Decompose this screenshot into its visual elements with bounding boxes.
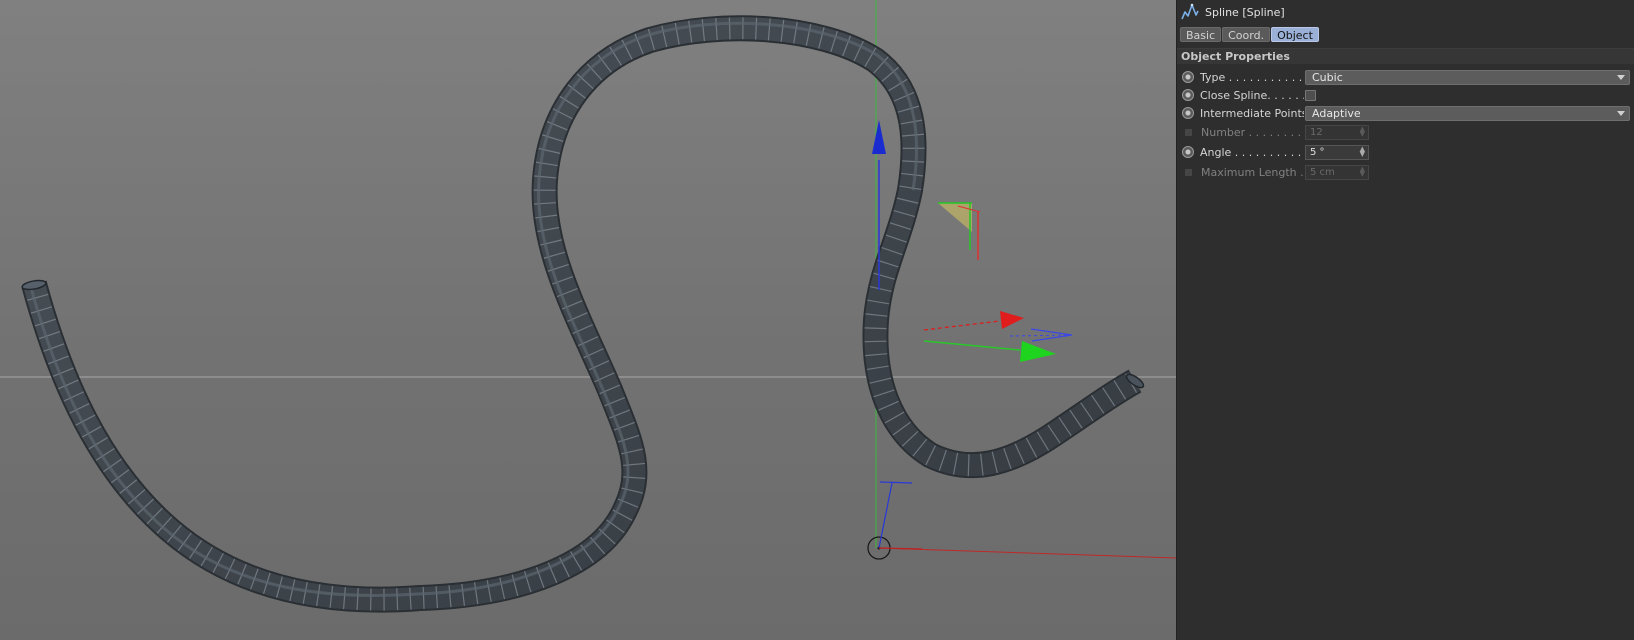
- gizmo-plane-handle[interactable]: [938, 202, 981, 260]
- close-spline-label: Close Spline. . . . . .: [1200, 88, 1304, 102]
- number-field: 12 ▲ ▼: [1305, 124, 1369, 140]
- animate-dot-icon[interactable]: [1182, 107, 1194, 119]
- chevron-down-icon: [1617, 74, 1625, 80]
- intermediate-points-label: Intermediate Points: [1200, 106, 1304, 120]
- number-label: Number . . . . . . . . .: [1201, 125, 1305, 139]
- type-value: Cubic: [1312, 70, 1343, 84]
- animate-dot-icon: [1185, 128, 1192, 136]
- animate-dot-icon[interactable]: [1182, 89, 1194, 101]
- gizmo-y-arrow[interactable]: [923, 340, 1056, 362]
- angle-label: Angle . . . . . . . . . . .: [1200, 145, 1304, 159]
- tab-basic[interactable]: Basic: [1180, 27, 1222, 42]
- animate-dot-icon: [1185, 168, 1192, 176]
- chevron-down-icon: [1617, 110, 1625, 116]
- gizmo-x-arrow[interactable]: [923, 311, 1024, 331]
- property-close-spline: Close Spline. . . . . .: [1177, 86, 1634, 104]
- property-type: Type . . . . . . . . . . . . Cubic: [1177, 68, 1634, 86]
- type-dropdown[interactable]: Cubic: [1305, 69, 1630, 85]
- animate-dot-icon[interactable]: [1182, 146, 1194, 158]
- maximum-length-value: 5 cm: [1310, 166, 1335, 178]
- animate-dot-icon[interactable]: [1182, 71, 1194, 83]
- spinner-arrows-icon: ▲ ▼: [1359, 164, 1365, 178]
- spline-icon: [1181, 3, 1199, 21]
- property-maximum-length: Maximum Length . 5 cm ▲ ▼: [1177, 163, 1634, 181]
- maximum-length-label: Maximum Length .: [1201, 165, 1304, 179]
- angle-field[interactable]: 5 ° ▲ ▼: [1305, 144, 1369, 160]
- close-spline-checkbox[interactable]: [1305, 89, 1316, 101]
- property-number: Number . . . . . . . . . 12 ▲ ▼: [1177, 123, 1634, 141]
- viewport-canvas[interactable]: [0, 0, 1176, 640]
- property-intermediate-points: Intermediate Points Adaptive: [1177, 104, 1634, 122]
- number-value: 12: [1310, 126, 1323, 138]
- attribute-panel: Spline [Spline] Basic Coord. Object Obje…: [1176, 0, 1634, 640]
- tab-coord[interactable]: Coord.: [1222, 27, 1271, 42]
- maximum-length-field: 5 cm ▲ ▼: [1305, 164, 1369, 180]
- section-title: Object Properties: [1177, 48, 1634, 64]
- angle-value: 5 °: [1310, 146, 1325, 158]
- object-title: Spline [Spline]: [1205, 5, 1285, 19]
- tab-object[interactable]: Object: [1271, 27, 1319, 42]
- intermediate-points-value: Adaptive: [1312, 106, 1361, 120]
- viewport-3d[interactable]: [0, 0, 1176, 640]
- tab-bar: Basic Coord. Object: [1180, 27, 1319, 42]
- world-x-axis: [878, 547, 1176, 559]
- spline-tube[interactable]: [21, 15, 1145, 613]
- object-header: Spline [Spline]: [1177, 0, 1634, 24]
- intermediate-points-dropdown[interactable]: Adaptive: [1305, 105, 1630, 121]
- property-angle: Angle . . . . . . . . . . . 5 ° ▲ ▼: [1177, 143, 1634, 161]
- spinner-arrows-icon: ▲ ▼: [1359, 124, 1365, 138]
- gizmo-z-outline: [1009, 328, 1073, 342]
- type-label: Type . . . . . . . . . . . .: [1200, 70, 1304, 84]
- spinner-arrows-icon[interactable]: ▲ ▼: [1360, 145, 1365, 157]
